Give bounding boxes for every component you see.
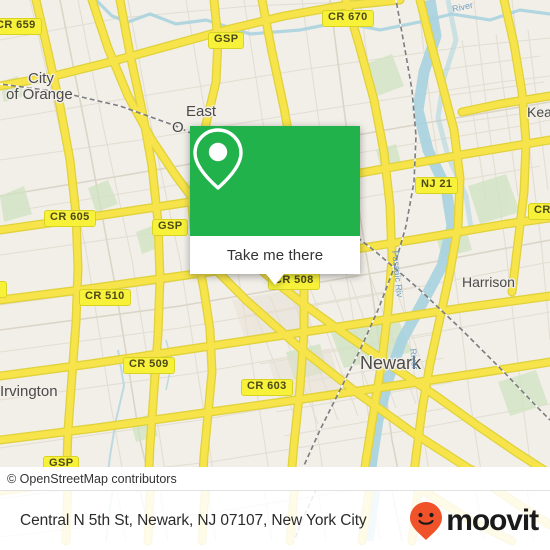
moovit-pin-smiley-icon xyxy=(410,501,443,540)
map-attribution-bar: © OpenStreetMap contributors xyxy=(0,467,550,490)
moovit-wordmark: moovit xyxy=(446,503,539,537)
road-shield: CR xyxy=(528,203,550,220)
footer-bar: Central N 5th St, Newark, NJ 07107, New … xyxy=(0,490,550,550)
map-canvas[interactable]: City of Orange East O Newark Harrison Ir… xyxy=(0,0,550,490)
road-shield: CR 509 xyxy=(123,357,175,374)
osm-attribution-text[interactable]: © OpenStreetMap contributors xyxy=(0,472,177,486)
moovit-logo[interactable]: moovit xyxy=(409,501,539,541)
road-shield: 0 xyxy=(0,281,7,298)
popup-pointer xyxy=(266,274,284,285)
popup-action-row[interactable]: Take me there xyxy=(190,236,360,274)
moovit-map-screen: City of Orange East O Newark Harrison Ir… xyxy=(0,0,550,550)
road-shield: CR 510 xyxy=(79,289,131,306)
map-pin-icon xyxy=(193,128,243,190)
road-shield: GSP xyxy=(152,219,189,236)
road-shield: CR 605 xyxy=(44,210,96,227)
road-shield: GSP xyxy=(208,32,245,49)
road-shield: NJ 21 xyxy=(415,177,459,194)
address-text: Central N 5th St, Newark, NJ 07107, New … xyxy=(20,511,367,529)
road-shield: CR 659 xyxy=(0,18,42,35)
location-popup-card[interactable]: Take me there xyxy=(190,126,360,285)
road-shield: CR 670 xyxy=(322,10,374,27)
popup-header xyxy=(190,126,360,236)
road-shield: CR 603 xyxy=(241,379,293,396)
take-me-there-label: Take me there xyxy=(226,246,324,264)
